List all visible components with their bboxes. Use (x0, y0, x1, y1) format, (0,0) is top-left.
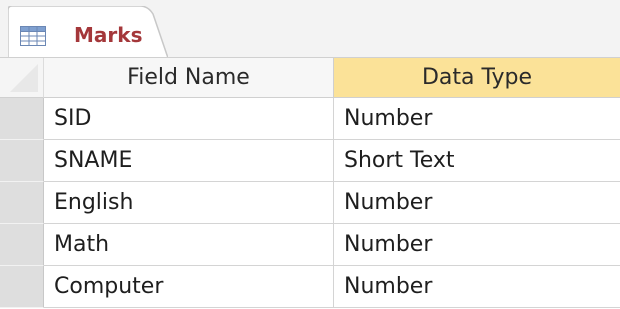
field-name-cell[interactable]: SID (44, 98, 334, 140)
data-type-cell[interactable]: Number (334, 98, 620, 140)
row-selector[interactable] (0, 224, 44, 266)
table-row: SNAME Short Text (0, 140, 620, 182)
tab-label: Marks (74, 23, 143, 47)
field-name-cell[interactable]: SNAME (44, 140, 334, 182)
data-type-cell[interactable]: Number (334, 182, 620, 224)
table-row: Computer Number (0, 266, 620, 308)
row-selector[interactable] (0, 266, 44, 308)
field-name-cell[interactable]: English (44, 182, 334, 224)
select-all-corner[interactable] (0, 58, 44, 98)
data-type-cell[interactable]: Number (334, 224, 620, 266)
row-selector[interactable] (0, 140, 44, 182)
column-header-data-type[interactable]: Data Type (334, 58, 620, 98)
grid-header-row: Field Name Data Type (0, 58, 620, 98)
field-name-cell[interactable]: Math (44, 224, 334, 266)
row-selector[interactable] (0, 98, 44, 140)
table-row: SID Number (0, 98, 620, 140)
data-type-cell[interactable]: Number (334, 266, 620, 308)
corner-triangle-icon (10, 64, 38, 92)
table-row: English Number (0, 182, 620, 224)
field-grid: Field Name Data Type SID Number SNAME Sh… (0, 58, 620, 309)
table-icon (20, 26, 46, 46)
table-row: Math Number (0, 224, 620, 266)
column-header-field-name[interactable]: Field Name (44, 58, 334, 98)
table-design-view: Marks Field Name Data Type SID Number SN… (0, 0, 620, 309)
field-name-cell[interactable]: Computer (44, 266, 334, 308)
row-selector[interactable] (0, 182, 44, 224)
document-tab-marks[interactable]: Marks (8, 6, 168, 58)
data-type-cell[interactable]: Short Text (334, 140, 620, 182)
document-tab-strip: Marks (0, 0, 620, 58)
